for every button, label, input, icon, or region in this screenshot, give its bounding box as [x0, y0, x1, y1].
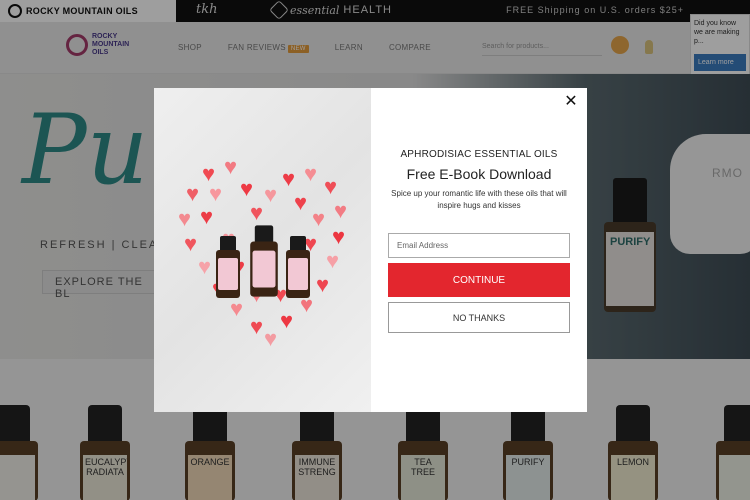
ebook-popup: ♥ ♥ ♥ ♥ ♥ ♥ ♥ ♥ ♥ ♥ ♥ ♥ ♥ ♥ ♥ ♥ ♥ ♥ ♥ ♥ …: [154, 88, 587, 412]
heart-gummy-icon: ♥: [324, 174, 338, 199]
close-icon[interactable]: ✕: [563, 94, 579, 110]
popup-title: Free E-Book Download: [406, 166, 552, 182]
oil-bottle-image: [250, 225, 278, 297]
heart-gummy-icon: ♥: [200, 204, 214, 229]
heart-gummy-icon: ♥: [178, 206, 192, 231]
heart-gummies-image: ♥ ♥ ♥ ♥ ♥ ♥ ♥ ♥ ♥ ♥ ♥ ♥ ♥ ♥ ♥ ♥ ♥ ♥ ♥ ♥ …: [154, 88, 371, 412]
popup-content: ✕ APHRODISIAC ESSENTIAL OILS Free E-Book…: [371, 88, 587, 412]
heart-gummy-icon: ♥: [326, 248, 340, 273]
no-thanks-button[interactable]: NO THANKS: [388, 302, 570, 333]
heart-gummy-icon: ♥: [280, 308, 294, 333]
heart-gummy-icon: ♥: [282, 166, 296, 191]
popup-subtitle: Spice up your romantic life with these o…: [391, 189, 567, 210]
heart-gummy-icon: ♥: [209, 181, 223, 206]
heart-gummy-icon: ♥: [312, 206, 326, 231]
heart-gummy-icon: ♥: [264, 326, 278, 351]
continue-button[interactable]: CONTINUE: [388, 263, 570, 297]
oil-bottle-image: [216, 236, 240, 298]
heart-gummy-icon: ♥: [332, 224, 346, 249]
heart-gummy-icon: ♥: [304, 161, 318, 186]
heart-gummy-icon: ♥: [294, 190, 308, 215]
heart-gummy-icon: ♥: [224, 154, 238, 179]
email-field[interactable]: [388, 233, 570, 258]
heart-gummy-icon: ♥: [230, 296, 244, 321]
heart-gummy-icon: ♥: [250, 200, 264, 225]
heart-gummy-icon: ♥: [264, 182, 278, 207]
heart-gummy-icon: ♥: [240, 176, 254, 201]
heart-gummy-icon: ♥: [184, 231, 198, 256]
heart-gummy-icon: ♥: [334, 198, 348, 223]
oil-bottle-image: [286, 236, 310, 298]
heart-gummy-icon: ♥: [198, 254, 212, 279]
heart-gummy-icon: ♥: [186, 181, 200, 206]
popup-kicker: APHRODISIAC ESSENTIAL OILS: [400, 149, 558, 160]
heart-gummy-icon: ♥: [316, 272, 330, 297]
heart-gummy-icon: ♥: [250, 314, 264, 339]
